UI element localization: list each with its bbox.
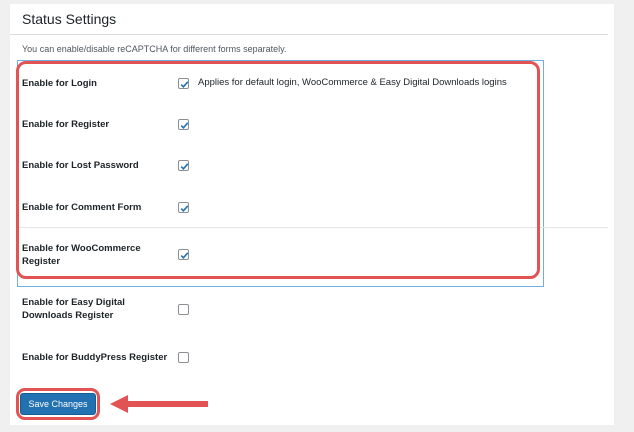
save-changes-button[interactable]: Save Changes — [20, 393, 96, 415]
buddypress-register-checkbox[interactable] — [178, 352, 189, 363]
section-description: You can enable/disable reCAPTCHA for dif… — [22, 44, 287, 54]
edd-register-checkbox[interactable] — [178, 304, 189, 315]
title-divider — [10, 34, 608, 35]
annotation-highlight-box — [16, 61, 540, 279]
section-title: Status Settings — [22, 11, 117, 27]
setting-label: Enable for BuddyPress Register — [22, 352, 168, 363]
setting-label: Enable for Easy Digital Downloads Regist… — [22, 297, 125, 321]
annotation-arrow-icon — [110, 395, 208, 413]
